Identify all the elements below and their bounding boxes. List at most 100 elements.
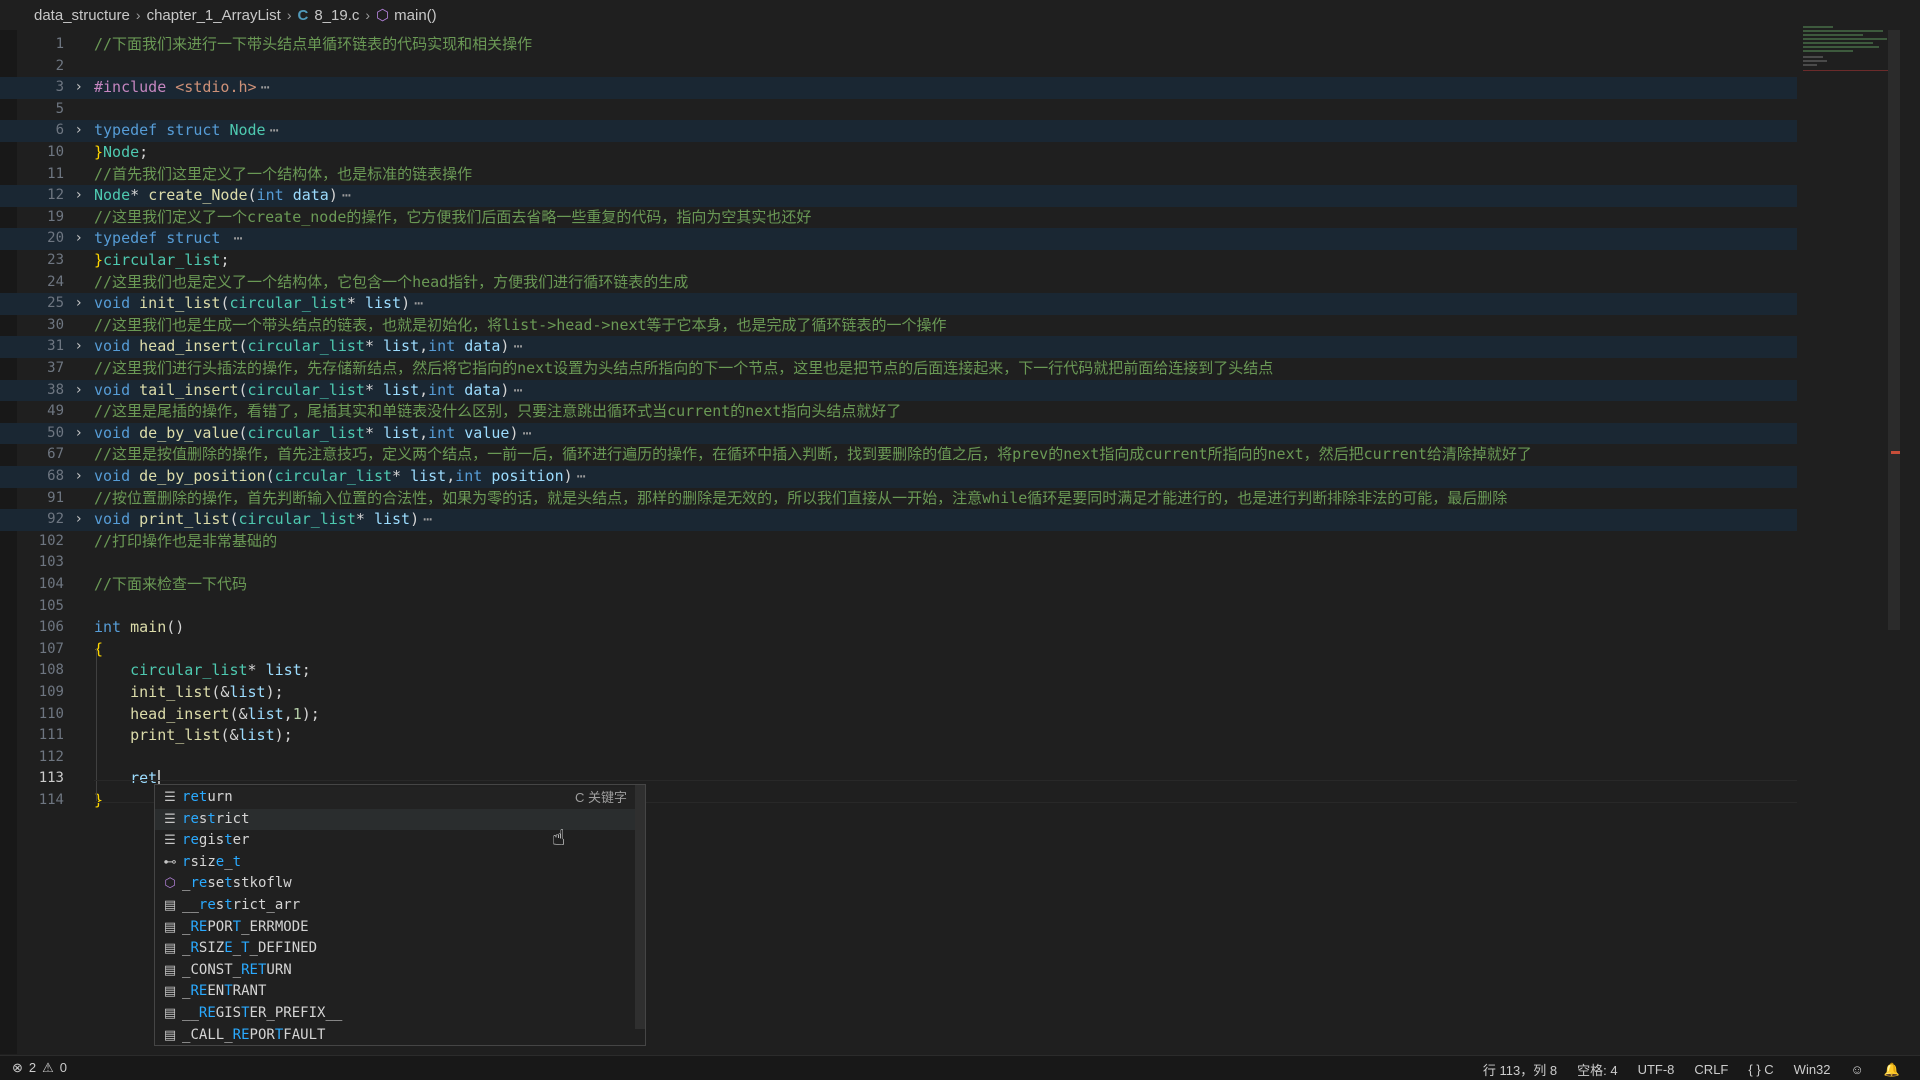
folded-ellipsis-icon[interactable]: ⋯ — [423, 510, 432, 528]
fold-chevron-icon[interactable]: › — [76, 423, 82, 445]
folded-ellipsis-icon[interactable]: ⋯ — [414, 294, 423, 312]
platform-config[interactable]: Win32 — [1794, 1062, 1831, 1077]
code-line[interactable]: 108 circular_list* list; — [0, 660, 1797, 682]
suggestion-item[interactable]: ▤ _CALL_REPORTFAULT — [155, 1025, 635, 1047]
code-line[interactable]: 112 — [0, 747, 1797, 769]
feedback-icon[interactable]: ☺ — [1851, 1062, 1864, 1077]
fold-chevron-icon[interactable]: › — [76, 380, 82, 402]
fold-chevron-icon[interactable]: › — [76, 228, 82, 250]
code-line[interactable]: 103 — [0, 552, 1797, 574]
error-count[interactable]: 2 — [29, 1060, 36, 1076]
indentation[interactable]: 空格: 4 — [1577, 1060, 1617, 1079]
code-line[interactable]: 38 › void tail_insert(circular_list* list,… — [0, 379, 1797, 402]
language-mode[interactable]: { } C — [1748, 1062, 1773, 1077]
code-line[interactable]: 102 //打印操作也是非常基础的 — [0, 531, 1797, 553]
breadcrumb-file[interactable]: 8_19.c — [314, 7, 359, 24]
folded-ellipsis-icon[interactable]: ⋯ — [233, 229, 242, 247]
folded-ellipsis-icon[interactable]: ⋯ — [261, 78, 270, 96]
code-line[interactable]: 3 › #include <stdio.h> ⋯ — [0, 77, 1797, 99]
code-line[interactable]: 2 — [0, 56, 1797, 78]
code-line[interactable]: 31 › void head_insert(circular_list* list,… — [0, 336, 1797, 358]
code-text: void init_list(circular_list* list) ⋯ — [94, 294, 424, 313]
error-icon[interactable]: ⊗ — [12, 1060, 23, 1076]
encoding[interactable]: UTF-8 — [1638, 1062, 1675, 1077]
code-line[interactable]: 25 › void init_list(circular_list* list) ⋯ — [0, 293, 1797, 315]
code-line[interactable]: 107{ — [0, 639, 1797, 661]
code-line[interactable]: 10}Node; — [0, 142, 1797, 164]
line-number: 24 — [47, 273, 64, 290]
fold-chevron-icon[interactable]: › — [76, 336, 82, 358]
code-line[interactable]: 105 — [0, 596, 1797, 618]
c-file-icon: C — [297, 6, 309, 24]
breadcrumb-folder-data-structure[interactable]: data_structure — [34, 7, 130, 24]
fold-chevron-icon[interactable]: › — [76, 509, 82, 531]
suggestion-item[interactable]: ☰ return C 关键字 — [155, 787, 635, 809]
code-line[interactable]: 110 head_insert(&list,1); — [0, 704, 1797, 726]
fold-chevron-icon[interactable]: › — [76, 293, 82, 315]
code-line[interactable]: 24 //这里我们也是定义了一个结构体，它包含一个head指针，方便我们进行循环链… — [0, 272, 1797, 294]
code-line[interactable]: 111 print_list(&list); — [0, 725, 1797, 747]
code-line[interactable]: 109 init_list(&list); — [0, 682, 1797, 704]
warning-icon[interactable]: ⚠ — [42, 1060, 54, 1076]
line-number: 91 — [47, 489, 64, 506]
minimap[interactable] — [1803, 26, 1889, 86]
code-text: //下面我们来进行一下带头结点单循环链表的代码实现和相关操作 — [94, 35, 533, 53]
suggestion-item[interactable]: ▤ _REENTRANT — [155, 981, 635, 1003]
folded-ellipsis-icon[interactable]: ⋯ — [270, 121, 279, 139]
bell-icon[interactable]: 🔔 — [1884, 1062, 1900, 1078]
folded-ellipsis-icon[interactable]: ⋯ — [513, 381, 522, 399]
code-text: init_list(&list); — [130, 683, 284, 701]
folded-ellipsis-icon[interactable]: ⋯ — [577, 467, 586, 485]
code-line[interactable]: 23}circular_list; — [0, 250, 1797, 272]
breadcrumb-symbol[interactable]: main() — [394, 7, 437, 24]
fold-chevron-icon[interactable]: › — [76, 466, 82, 488]
line-number: 1 — [55, 36, 64, 52]
code-line[interactable]: 67 //这里是按值删除的操作，首先注意技巧，定义两个结点，一前一后，循环进行遍历… — [0, 444, 1797, 466]
code-line[interactable]: 20 › typedef struct ⋯ — [0, 228, 1797, 250]
suggestion-item[interactable]: ▤ _RSIZE_T_DEFINED — [155, 938, 635, 960]
code-line[interactable]: 91 //按位置删除的操作，首先判断输入位置的合法性，如果为零的话，就是头结点，那… — [0, 488, 1797, 510]
fold-chevron-icon[interactable]: › — [76, 120, 82, 142]
code-line[interactable]: 19 //这里我们定义了一个create_node的操作，它方便我们后面去省略一些… — [0, 207, 1797, 229]
code-line[interactable]: 50 › void de_by_value(circular_list* list,… — [0, 422, 1797, 445]
code-line[interactable]: 30 //这里我们也是生成一个带头结点的链表，也就是初始化，将list->head… — [0, 315, 1797, 337]
suggestion-item[interactable]: ⊷ rsize_t — [155, 852, 635, 874]
suggestion-item[interactable]: ▤ __REGISTER_PREFIX__ — [155, 1003, 635, 1025]
code-text: circular_list* list; — [130, 661, 311, 680]
line-number: 107 — [38, 640, 64, 657]
folded-ellipsis-icon[interactable]: ⋯ — [513, 337, 522, 355]
code-line[interactable]: 104 //下面来检查一下代码 — [0, 574, 1797, 596]
code-line[interactable]: 5 — [0, 99, 1797, 121]
cursor-position[interactable]: 行 113，列 8 — [1483, 1060, 1557, 1079]
suggestion-item[interactable]: ▤ __restrict_arr — [155, 895, 635, 917]
line-ending[interactable]: CRLF — [1694, 1062, 1728, 1077]
suggestion-item[interactable]: ▤ _CONST_RETURN — [155, 960, 635, 982]
code-line[interactable]: 1 //下面我们来进行一下带头结点单循环链表的代码实现和相关操作 — [0, 34, 1797, 56]
folded-ellipsis-icon[interactable]: ⋯ — [522, 424, 531, 442]
code-line[interactable]: 11 //首先我们这里定义了一个结构体，也是标准的链表操作 — [0, 164, 1797, 186]
scrollbar-thumb[interactable] — [1888, 30, 1900, 630]
warning-count[interactable]: 0 — [60, 1060, 67, 1076]
vertical-scrollbar[interactable] — [1888, 30, 1900, 1054]
suggestion-scrollbar[interactable] — [635, 785, 645, 1029]
fold-chevron-icon[interactable]: › — [76, 185, 82, 207]
breadcrumb-folder-chapter[interactable]: chapter_1_ArrayList — [147, 7, 281, 24]
code-line[interactable]: 37 //这里我们进行头插法的操作，先存储新结点，然后将它指向的next设置为头结… — [0, 358, 1797, 380]
code-line[interactable]: 6 › typedef struct Node ⋯ — [0, 120, 1797, 142]
code-line[interactable]: 49 //这里是尾插的操作，看错了，尾插其实和单链表没什么区别，只要注意跳出循环式… — [0, 401, 1797, 423]
code-line[interactable]: 68 › void de_by_position(circular_list* li… — [0, 466, 1797, 488]
suggestion-label: rsize_t — [182, 853, 242, 870]
code-line[interactable]: 106 int main() — [0, 617, 1797, 639]
code-text: typedef struct ⋯ — [94, 229, 243, 248]
folded-ellipsis-icon[interactable]: ⋯ — [342, 186, 351, 204]
suggestion-item[interactable]: ▤ _REPORT_ERRMODE — [155, 917, 635, 939]
suggestion-item[interactable]: ⬡ _resetstkoflw — [155, 873, 635, 895]
code-text: head_insert(&list,1); — [130, 704, 320, 723]
fold-chevron-icon[interactable]: › — [76, 77, 82, 99]
code-text: void de_by_position(circular_list* list,… — [94, 467, 586, 485]
code-text: //这里我们也是定义了一个结构体，它包含一个head指针，方便我们进行循环链表的… — [94, 272, 689, 291]
autocomplete-suggestions[interactable]: ☰ return C 关键字 ☰ restrict ☰ register ⊷ rsize_t ⬡ _… — [154, 784, 646, 1046]
line-number: 109 — [38, 684, 64, 700]
code-line[interactable]: 92 › void print_list(circular_list* list) ⋯ — [0, 509, 1797, 531]
code-line[interactable]: 12 › Node* create_Node(int data) ⋯ — [0, 185, 1797, 207]
